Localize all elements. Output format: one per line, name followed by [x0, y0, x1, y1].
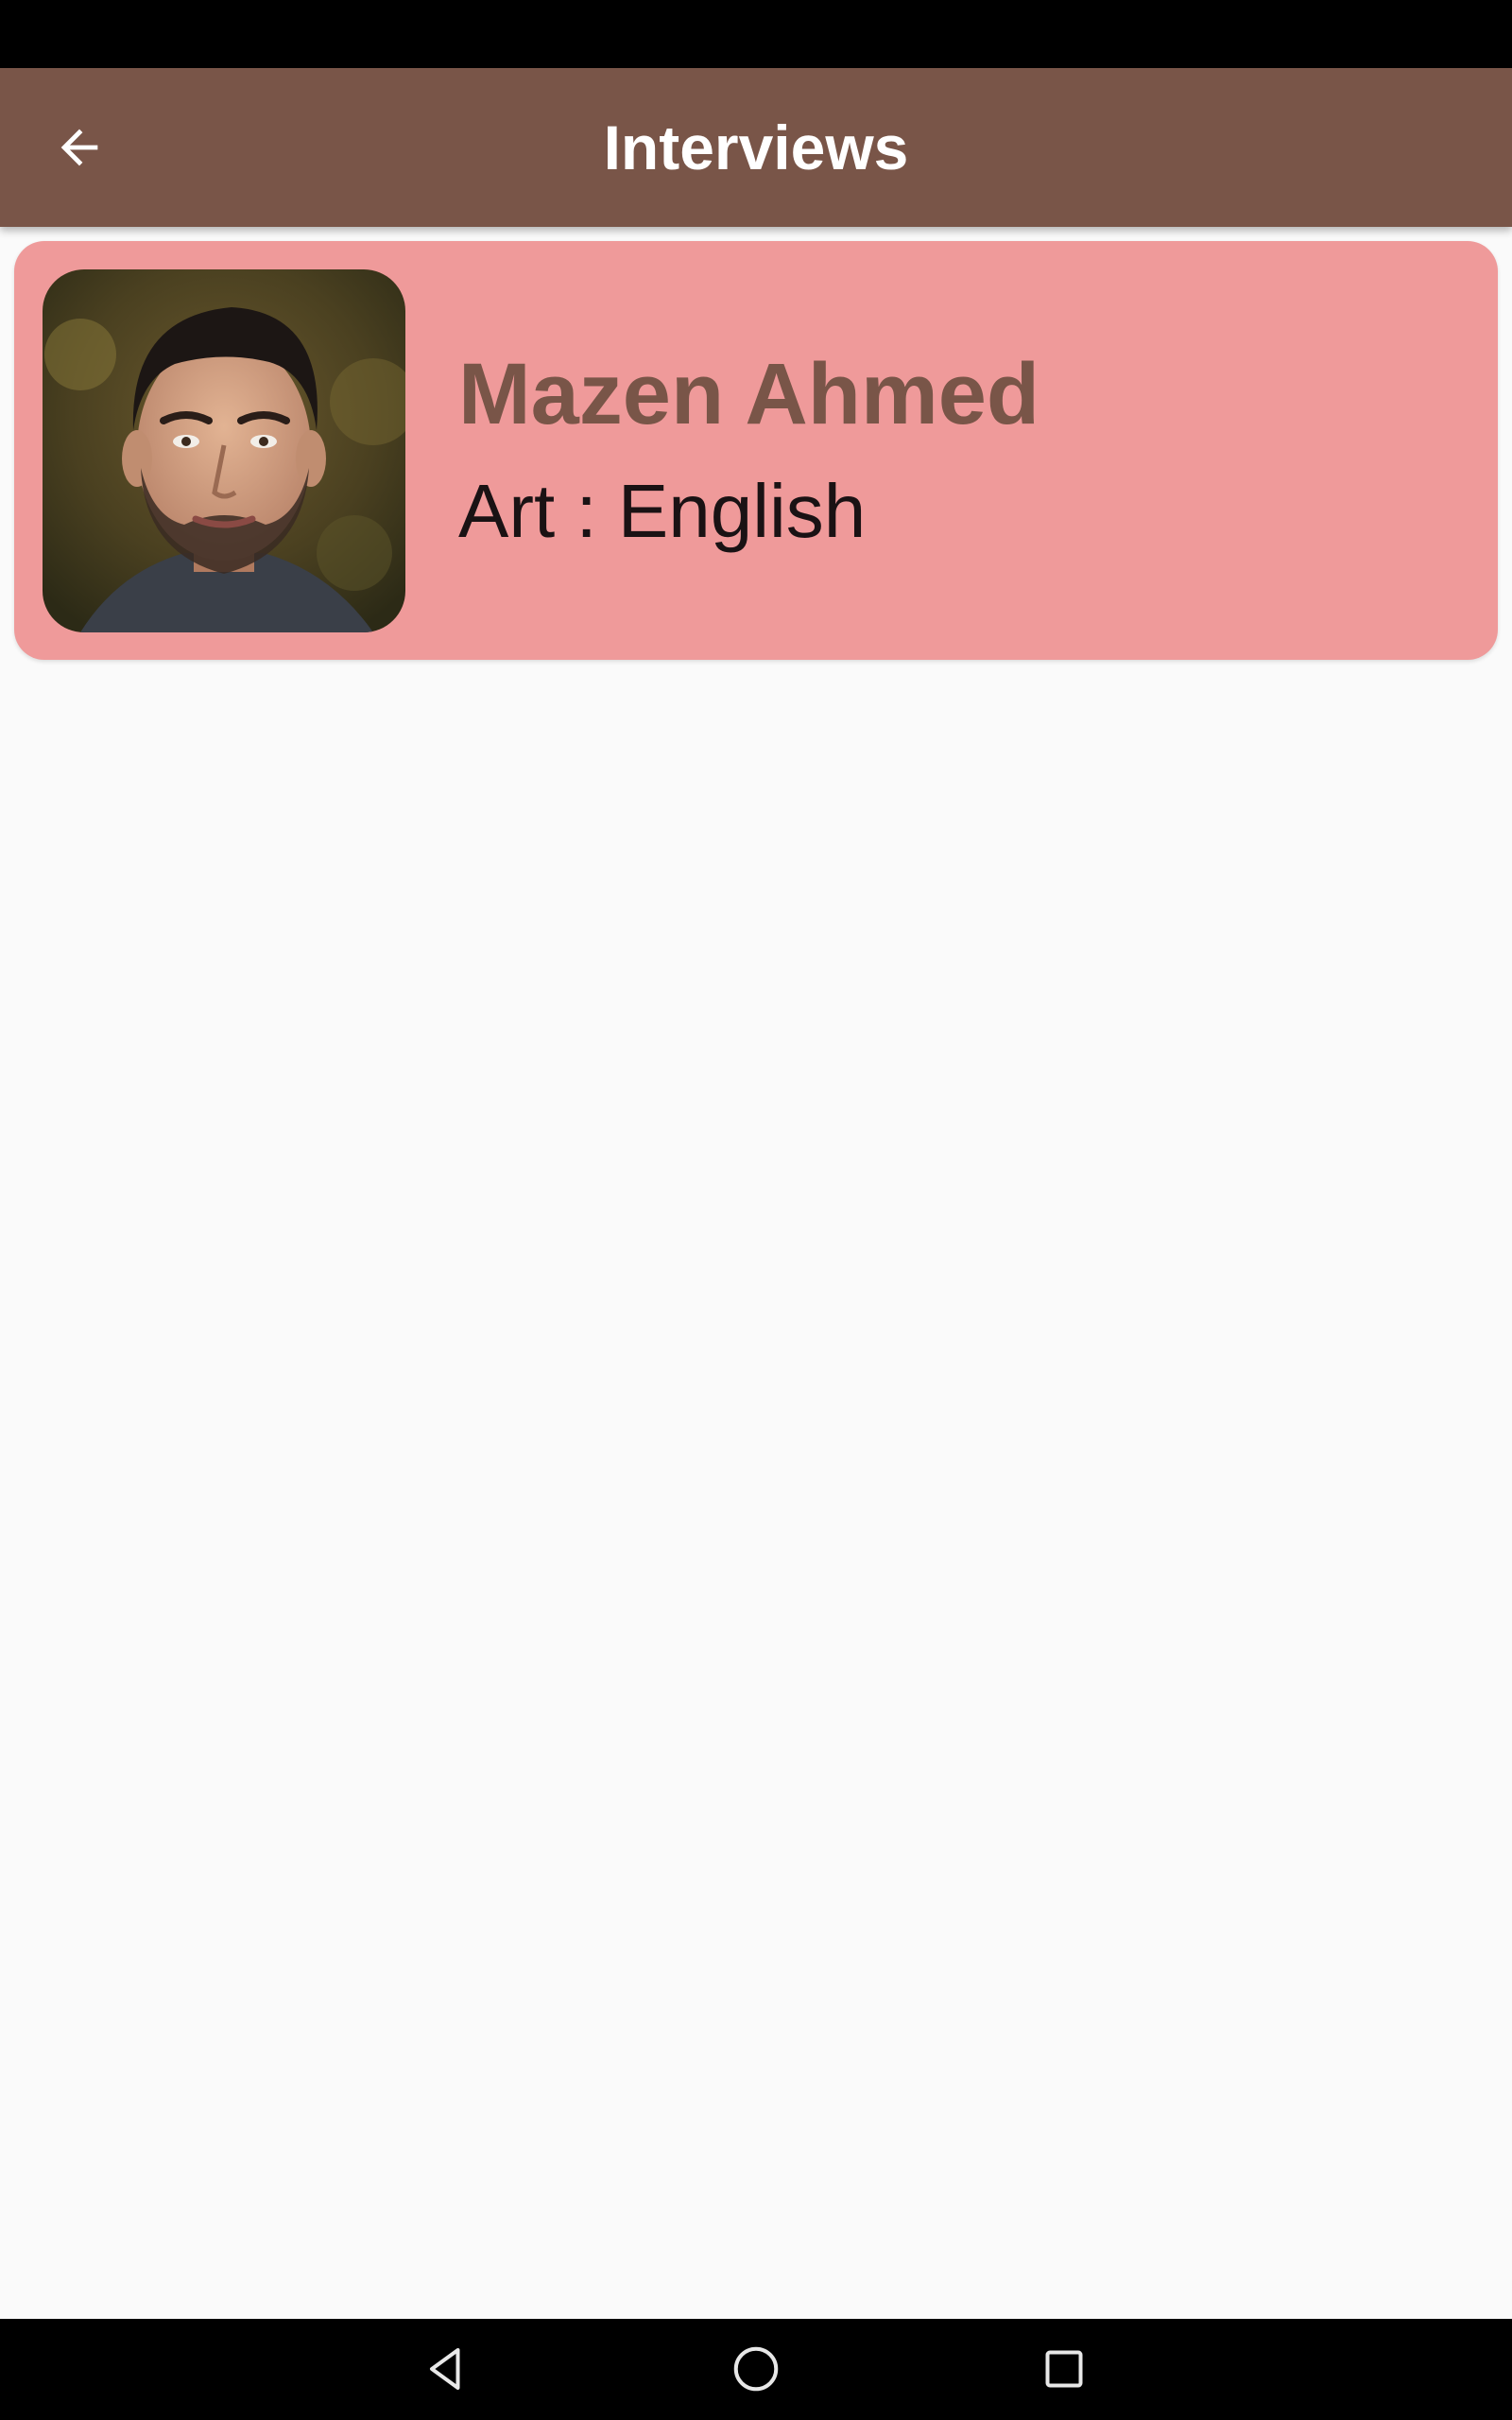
system-nav-bar	[0, 2319, 1512, 2420]
avatar	[43, 269, 405, 632]
app-bar: Interviews	[0, 68, 1512, 227]
nav-back-button[interactable]	[408, 2331, 484, 2407]
interviewee-name: Mazen Ahmed	[458, 346, 1040, 442]
status-bar	[0, 0, 1512, 68]
arrow-back-icon	[60, 129, 98, 166]
nav-recents-button[interactable]	[1026, 2331, 1102, 2407]
nav-home-icon	[733, 2346, 779, 2392]
interview-card[interactable]: Mazen Ahmed Art : English	[14, 241, 1498, 660]
nav-home-button[interactable]	[718, 2331, 794, 2407]
nav-recents-icon	[1045, 2350, 1083, 2388]
nav-back-icon	[430, 2348, 460, 2390]
person-photo	[43, 269, 405, 632]
back-button[interactable]	[34, 102, 125, 193]
page-title: Interviews	[603, 112, 909, 182]
interview-subject: Art : English	[458, 469, 867, 553]
